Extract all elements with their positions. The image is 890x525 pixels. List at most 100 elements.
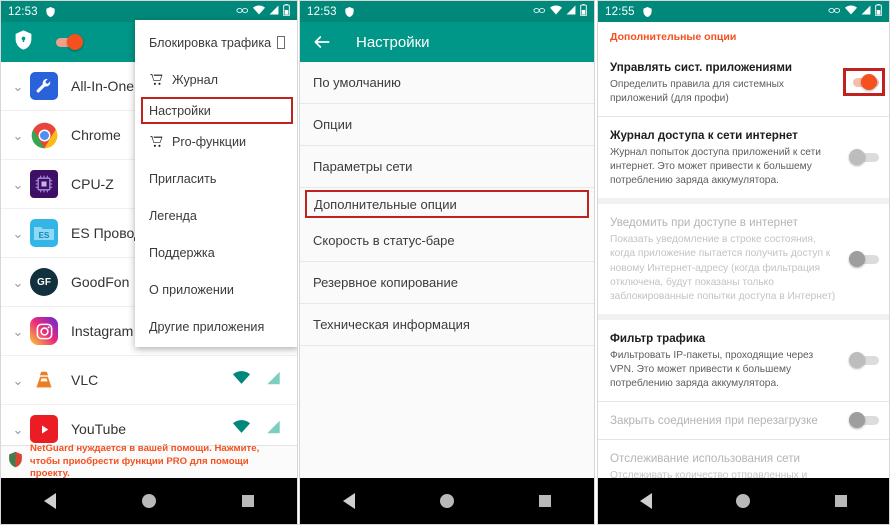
back-icon[interactable] [342,493,355,509]
settings-scroll[interactable]: По умолчанию Опции Параметры сети Дополн… [300,62,594,524]
switch-thumb [849,351,865,368]
netguard-shield-icon [7,450,24,474]
back-arrow-icon[interactable] [312,32,332,52]
cart-icon [149,73,164,86]
chevron-down-icon[interactable]: ⌄ [11,178,25,191]
option-text: Уведомить при доступе в интернет Показат… [610,213,839,303]
shield-icon [45,6,56,18]
chevron-down-icon[interactable]: ⌄ [11,374,25,387]
status-bar-icons [828,4,882,19]
settings-item-backup[interactable]: Резервное копирование [300,262,594,304]
chevron-down-icon[interactable]: ⌄ [11,227,25,240]
option-toggle[interactable] [843,68,885,97]
menu-item-about[interactable]: О приложении [135,271,297,308]
chevron-down-icon[interactable]: ⌄ [11,276,25,289]
menu-item-label: Журнал [172,72,218,87]
donate-banner-text: NetGuard нуждается в вашей помощи. Нажми… [30,443,291,481]
settings-item-technical-info[interactable]: Техническая информация [300,304,594,346]
menu-item-label: Легенда [149,208,197,223]
system-nav-bar [1,478,297,524]
option-row-manage-system-apps[interactable]: Управлять сист. приложениями Определить … [598,49,889,118]
option-title: Отслеживание использования сети [610,452,801,466]
option-row-close-connections-on-reload[interactable]: Закрыть соединения при перезагрузке [598,402,889,441]
recents-icon[interactable] [834,495,847,507]
checkbox-icon[interactable] [277,36,285,49]
wifi-icon [550,5,562,18]
wifi-allowed-icon[interactable] [233,420,250,438]
donate-banner[interactable]: NetGuard нуждается в вашей помощи. Нажми… [1,443,297,481]
menu-item-legend[interactable]: Легенда [135,197,297,234]
phone-panel-settings: 12:53 Настройки По умолчанию Опции Парам… [299,0,595,525]
settings-toolbar: Настройки [300,22,594,62]
status-bar-clock: 12:55 [605,5,635,18]
list-item-label: Instagram [71,323,134,339]
menu-item-other-apps[interactable]: Другие приложения [135,308,297,345]
settings-list: По умолчанию Опции Параметры сети Дополн… [300,62,594,524]
option-toggle[interactable] [849,412,879,429]
advanced-options-list[interactable]: Дополнительные опции Управлять сист. при… [598,22,889,480]
overflow-menu[interactable]: Блокировка трафика Журнал Настройки Pro-… [135,20,297,347]
option-row-internet-access-log[interactable]: Журнал доступа к сети интернет Журнал по… [598,117,889,205]
es-explorer-icon: ES [30,219,58,247]
menu-item-log[interactable]: Журнал [135,61,297,98]
screenshot-stage: 12:53 ⌄ All-In-One To ⌄ Chrome ⌄ CPU-Z ⌄… [0,0,890,525]
status-bar: 12:53 [1,1,297,22]
settings-item-defaults[interactable]: По умолчанию [300,62,594,104]
home-icon[interactable] [736,494,751,508]
option-toggle[interactable] [849,250,879,267]
list-item[interactable]: ⌄ VLC [1,356,297,405]
option-toggle[interactable] [849,351,879,368]
instagram-icon [30,317,58,345]
status-bar-icons [236,4,290,19]
option-row-traffic-filter[interactable]: Фильтр трафика Фильтровать IP-пакеты, пр… [598,319,889,403]
settings-item-network-params[interactable]: Параметры сети [300,146,594,188]
menu-item-label: Pro-функции [172,134,247,149]
system-nav-bar [300,478,594,524]
option-row-network-usage-tracking[interactable]: Отслеживание использования сети Отслежив… [598,440,889,480]
all-in-one-toolbox-icon [30,72,58,100]
option-text: Отслеживание использования сети Отслежив… [610,449,839,480]
menu-item-invite[interactable]: Пригласить [135,160,297,197]
recents-icon[interactable] [539,495,552,507]
status-bar: 12:53 [300,1,594,22]
chevron-down-icon[interactable]: ⌄ [11,129,25,142]
goodfon-icon: GF [30,268,58,296]
home-icon[interactable] [142,494,156,508]
wifi-allowed-icon[interactable] [233,371,250,389]
menu-item-label: О приложении [149,282,234,297]
menu-item-pro-features[interactable]: Pro-функции [135,123,297,160]
option-row-notify-on-access[interactable]: Уведомить при доступе в интернет Показат… [598,204,889,320]
settings-item-label: Параметры сети [313,159,413,174]
signal-icon [861,5,871,18]
status-bar-clock: 12:53 [307,5,337,18]
home-icon[interactable] [439,494,454,508]
signal-icon [269,5,279,18]
cellular-allowed-icon[interactable] [266,420,281,439]
list-item-label: VLC [71,372,99,388]
chevron-down-icon[interactable]: ⌄ [11,423,25,436]
list-item-label: YouTube [71,421,127,437]
option-text: Закрыть соединения при перезагрузке [610,411,839,429]
menu-item-settings[interactable]: Настройки [141,97,293,124]
network-indicators [233,371,287,390]
settings-item-speed-statusbar[interactable]: Скорость в статус-баре [300,220,594,262]
option-toggle[interactable] [849,149,879,166]
chevron-down-icon[interactable]: ⌄ [11,80,25,93]
back-icon[interactable] [640,493,653,509]
back-icon[interactable] [44,493,56,509]
menu-item-traffic-block[interactable]: Блокировка трафика [135,24,297,61]
chevron-down-icon[interactable]: ⌄ [11,325,25,338]
recents-icon[interactable] [242,495,254,507]
settings-item-label: Дополнительные опции [314,196,457,212]
menu-item-support[interactable]: Поддержка [135,234,297,271]
settings-item-options[interactable]: Опции [300,104,594,146]
signal-icon [566,5,576,18]
master-enable-switch[interactable] [56,34,86,50]
shield-icon [642,6,653,18]
link-icon [533,6,546,18]
wifi-icon [845,5,857,18]
option-subtitle: Журнал попыток доступа приложений к сети… [610,147,821,187]
cellular-allowed-icon[interactable] [266,371,281,390]
settings-item-advanced-options[interactable]: Дополнительные опции [305,190,589,218]
option-subtitle: Показать уведомление в строке состояния,… [610,234,836,302]
